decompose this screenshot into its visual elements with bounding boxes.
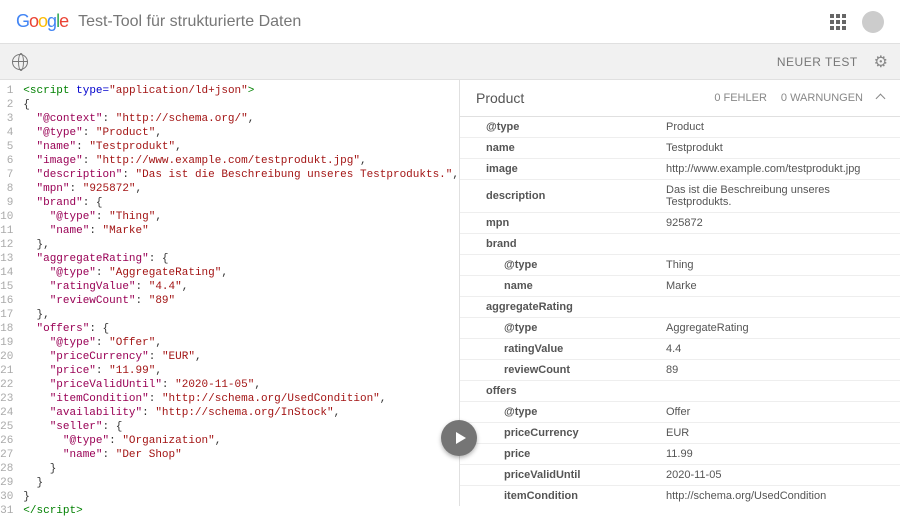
result-row: descriptionDas ist die Beschreibung unse… — [460, 180, 900, 213]
error-count: 0 FEHLER — [714, 92, 767, 104]
result-value: 4.4 — [658, 339, 900, 360]
result-table: @typeProductnameTestproduktimagehttp://w… — [460, 117, 900, 506]
result-key: offers — [460, 381, 658, 402]
result-value: 89 — [658, 360, 900, 381]
header-right — [830, 11, 884, 33]
result-panel: Product 0 FEHLER 0 WARNUNGEN @typeProduc… — [460, 80, 900, 506]
header-left: Google Test-Tool für strukturierte Daten — [16, 11, 301, 32]
result-key: reviewCount — [460, 360, 658, 381]
result-value: Das ist die Beschreibung unseres Testpro… — [658, 180, 900, 213]
result-header[interactable]: Product 0 FEHLER 0 WARNUNGEN — [460, 80, 900, 117]
result-value — [658, 297, 900, 318]
toolbar: NEUER TEST ⚙ — [0, 44, 900, 80]
result-row: nameTestprodukt — [460, 138, 900, 159]
result-key: priceCurrency — [460, 423, 658, 444]
result-row: @typeOffer — [460, 402, 900, 423]
result-row: priceCurrencyEUR — [460, 423, 900, 444]
app-title: Test-Tool für strukturierte Daten — [78, 13, 301, 31]
result-row: mpn925872 — [460, 213, 900, 234]
result-row: aggregateRating — [460, 297, 900, 318]
result-value: Offer — [658, 402, 900, 423]
result-row: priceValidUntil2020-11-05 — [460, 465, 900, 486]
result-row: imagehttp://www.example.com/testprodukt.… — [460, 159, 900, 180]
warning-count: 0 WARNUNGEN — [781, 92, 863, 104]
chevron-up-icon[interactable] — [876, 93, 886, 103]
result-stats: 0 FEHLER 0 WARNUNGEN — [714, 92, 884, 104]
result-value: 11.99 — [658, 444, 900, 465]
result-value: EUR — [658, 423, 900, 444]
apps-icon[interactable] — [830, 14, 846, 30]
result-row: ratingValue4.4 — [460, 339, 900, 360]
result-key: itemCondition — [460, 486, 658, 507]
result-key: ratingValue — [460, 339, 658, 360]
main-content: 1 2 3 4 5 6 7 8 9 10 11 12 13 14 15 16 1… — [0, 80, 900, 506]
result-key: brand — [460, 234, 658, 255]
result-value: Product — [658, 117, 900, 138]
toolbar-right: NEUER TEST ⚙ — [777, 52, 888, 72]
user-avatar-icon[interactable] — [862, 11, 884, 33]
result-key: @type — [460, 402, 658, 423]
new-test-button[interactable]: NEUER TEST — [777, 55, 858, 69]
result-key: price — [460, 444, 658, 465]
result-key: description — [460, 180, 658, 213]
result-value — [658, 234, 900, 255]
result-key: aggregateRating — [460, 297, 658, 318]
result-value: Thing — [658, 255, 900, 276]
result-key: @type — [460, 318, 658, 339]
result-row: @typeThing — [460, 255, 900, 276]
result-key: name — [460, 276, 658, 297]
result-row: reviewCount89 — [460, 360, 900, 381]
result-row: nameMarke — [460, 276, 900, 297]
line-gutter: 1 2 3 4 5 6 7 8 9 10 11 12 13 14 15 16 1… — [0, 80, 19, 506]
play-button[interactable] — [441, 420, 477, 456]
result-value: http://schema.org/UsedCondition — [658, 486, 900, 507]
result-value: 2020-11-05 — [658, 465, 900, 486]
result-key: name — [460, 138, 658, 159]
result-row: offers — [460, 381, 900, 402]
result-key: @type — [460, 255, 658, 276]
result-value: 925872 — [658, 213, 900, 234]
result-row: @typeProduct — [460, 117, 900, 138]
result-row: @typeAggregateRating — [460, 318, 900, 339]
google-logo[interactable]: Google — [16, 11, 68, 32]
result-value: Marke — [658, 276, 900, 297]
result-key: priceValidUntil — [460, 465, 658, 486]
result-value: Testprodukt — [658, 138, 900, 159]
code-editor[interactable]: 1 2 3 4 5 6 7 8 9 10 11 12 13 14 15 16 1… — [0, 80, 460, 506]
result-key: @type — [460, 117, 658, 138]
result-row: price11.99 — [460, 444, 900, 465]
result-value — [658, 381, 900, 402]
result-value: AggregateRating — [658, 318, 900, 339]
code-area[interactable]: <script type="application/ld+json"> { "@… — [19, 80, 459, 506]
gear-icon[interactable]: ⚙ — [874, 52, 888, 72]
globe-icon[interactable] — [12, 54, 28, 70]
app-header: Google Test-Tool für strukturierte Daten — [0, 0, 900, 44]
result-key: image — [460, 159, 658, 180]
result-value: http://www.example.com/testprodukt.jpg — [658, 159, 900, 180]
result-row: itemConditionhttp://schema.org/UsedCondi… — [460, 486, 900, 507]
result-key: mpn — [460, 213, 658, 234]
result-title: Product — [476, 90, 524, 106]
result-row: brand — [460, 234, 900, 255]
